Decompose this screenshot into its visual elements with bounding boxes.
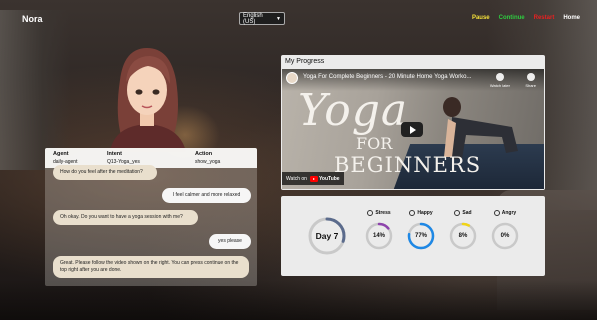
stress-face-icon <box>367 210 374 216</box>
intent-label: Intent <box>107 151 122 157</box>
chat-message-bot: How do you feel after the meditation? <box>53 165 157 180</box>
metric-ring: 14% <box>364 221 394 251</box>
background-floor <box>0 280 597 320</box>
chevron-down-icon: ▼ <box>276 15 281 22</box>
watch-later-button[interactable]: Watch later <box>490 73 510 88</box>
metric-label-text: Sad <box>462 210 472 216</box>
agent-label: Agent <box>53 151 69 157</box>
thumbnail-for-text: FOR <box>356 134 393 153</box>
avatar-nora <box>110 48 186 152</box>
chat-panel: Agent daily-agent Intent Q13-Yoga_yes Ac… <box>45 148 257 286</box>
metric-label-text: Angry <box>501 210 517 216</box>
youtube-play-icon <box>309 175 318 182</box>
play-button[interactable] <box>401 122 423 137</box>
metric-ring: 8% <box>448 221 478 251</box>
yoga-video-embed[interactable]: Yoga For Complete Beginners - 20 Minute … <box>282 69 544 189</box>
watch-on-youtube-button[interactable]: Watch on YouTube <box>282 172 344 185</box>
metric-sad: Sad 8% <box>445 209 481 251</box>
thumbnail-beginners-text: BEGINNERS <box>334 153 482 177</box>
metric-label: Angry <box>487 209 523 217</box>
progress-panel: My Progress Yoga For Complete Beginners … <box>281 55 545 190</box>
youtube-logo: YouTube <box>309 175 340 182</box>
avatar-eye-left <box>135 89 143 95</box>
metric-stress: Stress 14% <box>361 209 397 251</box>
video-title[interactable]: Yoga For Complete Beginners - 20 Minute … <box>303 74 471 80</box>
background-window-left <box>0 10 70 170</box>
chat-message-bot: Oh okay. Do you want to have a yoga sess… <box>53 210 198 225</box>
metric-angry: Angry 0% <box>487 209 523 251</box>
metric-label: Sad <box>445 209 481 217</box>
action-column: Action show_yoga <box>195 151 220 165</box>
metric-happy: Happy 77% <box>403 209 439 251</box>
metric-value: 77% <box>414 233 427 239</box>
metric-label: Happy <box>403 209 439 217</box>
intent-column: Intent Q13-Yoga_yes <box>107 151 140 165</box>
agent-column: Agent daily-agent <box>53 151 77 165</box>
progress-title: My Progress <box>285 58 325 65</box>
emotion-stats-panel: Day 7 Stress 14% Happy 77% Sad 8% Angry … <box>281 196 545 276</box>
metric-label-text: Stress <box>375 210 391 216</box>
metric-ring: 0% <box>490 221 520 251</box>
metric-label: Stress <box>361 209 397 217</box>
action-label: Action <box>195 151 213 157</box>
home-button[interactable]: Home <box>563 15 580 21</box>
continue-button[interactable]: Continue <box>499 15 525 21</box>
sad-face-icon <box>454 210 461 216</box>
top-nav: Pause Continue Restart Home <box>472 15 580 21</box>
thumbnail-yoga-text: Yoga <box>298 85 409 136</box>
day-label: Day 7 <box>315 231 339 241</box>
chat-message-user: I feel calmer and more relaxed <box>162 188 251 203</box>
pause-button[interactable]: Pause <box>472 15 490 21</box>
channel-logo[interactable] <box>286 72 298 84</box>
angry-face-icon <box>493 210 500 216</box>
clock-icon <box>495 73 504 81</box>
restart-button[interactable]: Restart <box>534 15 555 21</box>
avatar-eye-right <box>152 89 160 95</box>
share-label: Share <box>525 83 536 88</box>
metric-ring: 77% <box>406 221 436 251</box>
metric-label-text: Happy <box>417 210 433 216</box>
chat-message-user: yes please <box>209 234 251 249</box>
language-select[interactable]: English (US) ▼ <box>239 12 285 25</box>
metric-value: 8% <box>458 233 468 239</box>
share-icon <box>526 73 535 81</box>
watch-later-label: Watch later <box>489 83 510 88</box>
app-title: Nora <box>22 14 43 24</box>
happy-face-icon <box>409 210 416 216</box>
share-button[interactable]: Share <box>525 73 536 88</box>
metric-value: 0% <box>500 233 510 239</box>
metric-value: 14% <box>372 233 385 239</box>
watch-on-label: Watch on <box>286 175 307 182</box>
language-select-value: English (US) <box>243 12 263 25</box>
action-value: show_yoga <box>195 159 221 165</box>
chat-message-bot: Great. Please follow the video shown on … <box>53 256 249 278</box>
youtube-label: YouTube <box>318 175 340 182</box>
